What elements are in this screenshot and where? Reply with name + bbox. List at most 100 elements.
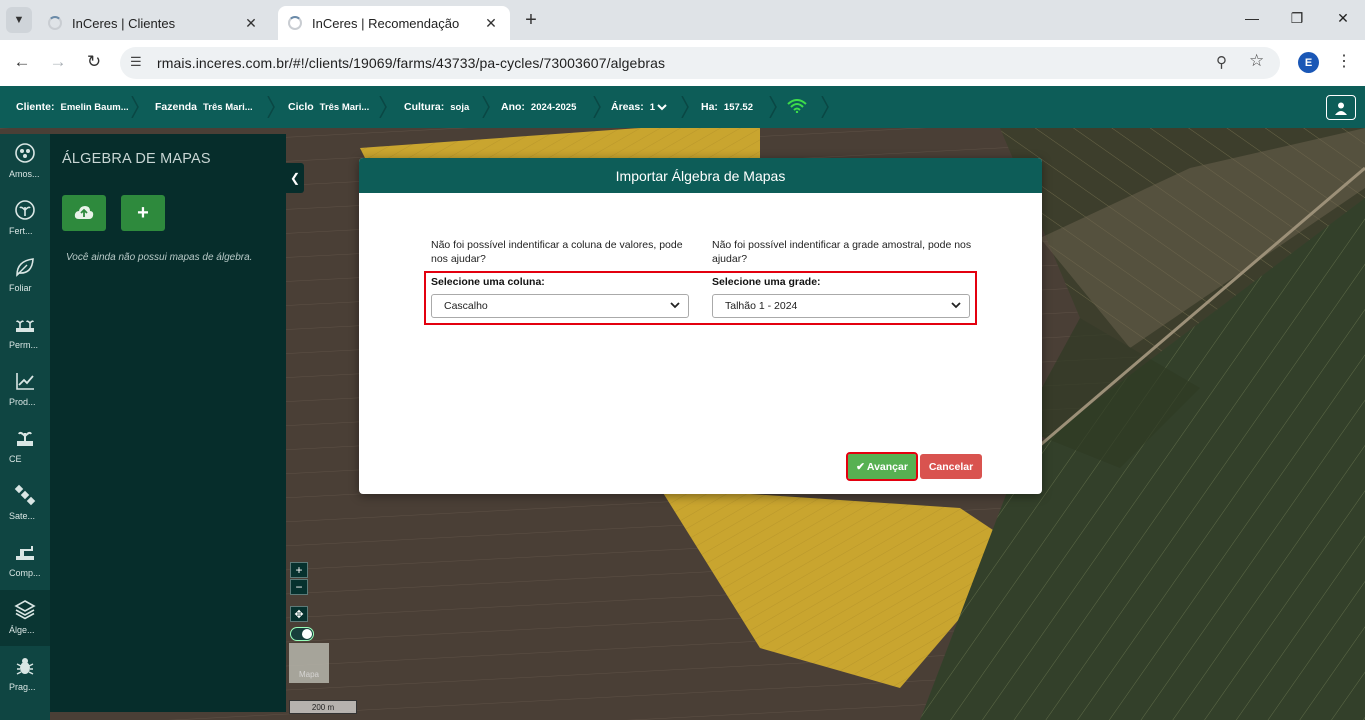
forward-button[interactable]: → — [47, 52, 69, 72]
crumb-value: 2024-2025 — [530, 101, 577, 113]
module-sidebar: Amos... Fert... Foliar Perm... Prod... C… — [0, 134, 50, 720]
column-question-text: Não foi possível indentificar a coluna d… — [431, 239, 683, 265]
nav-item-label: Fert... — [9, 226, 33, 236]
breadcrumb-separator-icon — [593, 96, 601, 118]
algebra-panel: ÁLGEBRA DE MAPAS + Você ainda não possui… — [50, 134, 286, 712]
browser-tab-clientes[interactable]: InCeres | Clientes ✕ — [38, 6, 270, 40]
grid-question-text: Não foi possível indentificar a grade am… — [712, 239, 972, 265]
breadcrumb-separator-icon — [131, 96, 139, 118]
crumb-value: Emelin Baum... — [60, 101, 129, 113]
close-icon[interactable]: ✕ — [242, 15, 260, 32]
back-button[interactable]: ← — [11, 52, 33, 72]
crumb-value: Três Mari... — [319, 101, 370, 113]
nav-item-produtividade[interactable]: Prod... — [0, 362, 50, 418]
breadcrumb-separator-icon — [267, 96, 275, 118]
nav-item-pragas[interactable]: Prag... — [0, 647, 50, 703]
pan-button[interactable]: ✥ — [290, 606, 308, 622]
nav-item-label: Sate... — [9, 511, 36, 521]
new-tab-button[interactable]: + — [520, 9, 542, 32]
nav-item-label: Foliar — [9, 283, 32, 293]
crumb-value: Três Mari... — [203, 101, 253, 113]
collapse-panel-button[interactable]: ❮ — [286, 163, 304, 193]
site-info-icon[interactable]: ☰ — [130, 54, 142, 70]
crumb-areas[interactable]: Áreas: 1 — [611, 86, 667, 128]
loading-icon — [48, 16, 62, 30]
selection-highlight-box — [424, 271, 977, 325]
tab-search-button[interactable]: ▼ — [6, 7, 32, 33]
basemap-label: Mapa — [298, 670, 319, 679]
nav-item-label: Prod... — [9, 397, 36, 407]
nav-item-label: Álge... — [9, 625, 35, 635]
crumb-label: Ano: — [501, 101, 525, 113]
nav-item-algebra[interactable]: Álge... — [0, 590, 50, 646]
upload-algebra-button[interactable] — [62, 195, 106, 231]
window-close-button[interactable]: ✕ — [1333, 10, 1353, 27]
crumb-label: Áreas: — [611, 101, 644, 113]
close-icon[interactable]: ✕ — [482, 15, 500, 32]
nav-item-ce[interactable]: CE — [0, 419, 50, 475]
layers-icon — [14, 600, 36, 620]
url-text[interactable]: rmais.inceres.com.br/#!/clients/19069/fa… — [157, 55, 665, 71]
minimize-button[interactable]: — — [1242, 10, 1262, 26]
restore-button[interactable]: ❐ — [1287, 10, 1307, 27]
browser-menu-icon[interactable]: ⋮ — [1336, 51, 1352, 71]
nav-item-permanente[interactable]: Perm... — [0, 305, 50, 361]
zoom-in-button[interactable]: + — [290, 562, 308, 578]
crumb-value: 1 — [649, 101, 655, 113]
plant-icon — [17, 431, 33, 446]
sampling-icon — [15, 143, 35, 163]
move-arrows-icon: ✥ — [294, 608, 304, 621]
cloud-upload-icon — [74, 206, 94, 219]
import-algebra-modal: Importar Álgebra de Mapas Não foi possív… — [359, 158, 1042, 494]
nav-item-label: Amos... — [9, 169, 40, 179]
tab-title: InCeres | Clientes — [72, 15, 176, 31]
bookmark-star-icon[interactable]: ☆ — [1249, 51, 1264, 71]
crumb-label: Cultura: — [404, 101, 445, 113]
nav-item-label: Comp... — [9, 568, 41, 578]
fertility-icon — [15, 200, 35, 220]
advance-button[interactable]: ✔ Avançar — [846, 452, 918, 481]
nav-item-satelite[interactable]: Sate... — [0, 476, 50, 532]
browser-tab-recomendacao[interactable]: InCeres | Recomendação ✕ — [278, 6, 510, 40]
crumb-label: Cliente: — [16, 101, 55, 113]
crumb-label: Ciclo — [288, 101, 314, 113]
crumb-cultura[interactable]: Cultura: soja — [404, 86, 469, 128]
crumb-ciclo[interactable]: Ciclo Três Mari... — [288, 86, 369, 128]
bug-icon — [16, 658, 34, 675]
layer-toggle[interactable] — [290, 627, 314, 641]
wifi-icon — [787, 99, 807, 113]
crumb-value: soja — [450, 101, 470, 113]
cancel-button[interactable]: Cancelar — [920, 454, 982, 479]
tab-title: InCeres | Recomendação — [312, 15, 460, 31]
advance-button-label: Avançar — [866, 460, 908, 473]
reload-button[interactable]: ↻ — [83, 52, 105, 72]
address-bar[interactable]: ☰ rmais.inceres.com.br/#!/clients/19069/… — [120, 47, 1280, 79]
breadcrumb-separator-icon — [681, 96, 689, 118]
user-menu-button[interactable] — [1326, 95, 1356, 120]
nav-item-label: Prag... — [9, 682, 36, 692]
zoom-icon[interactable]: ⚲ — [1216, 53, 1227, 71]
nav-item-label: CE — [9, 454, 22, 464]
scale-label: 200 m — [311, 702, 335, 712]
browser-tabstrip: ▼ InCeres | Clientes ✕ InCeres | Recomen… — [0, 0, 1365, 40]
crumb-cliente[interactable]: Cliente: Emelin Baum... — [16, 86, 129, 128]
nav-item-fertilidade[interactable]: Fert... — [0, 191, 50, 247]
modal-title: Importar Álgebra de Mapas — [359, 158, 1042, 193]
basemap-thumbnail[interactable]: Mapa — [289, 643, 329, 683]
crumb-fazenda[interactable]: Fazenda Três Mari... — [155, 86, 253, 128]
nav-item-amostragem[interactable]: Amos... — [0, 134, 50, 190]
satellite-icon — [14, 484, 36, 506]
check-icon: ✔ — [856, 460, 865, 473]
crumb-ano[interactable]: Ano: 2024-2025 — [501, 86, 576, 128]
breadcrumb-separator-icon — [821, 96, 829, 118]
plus-icon: + — [137, 201, 149, 224]
crumb-label: Fazenda — [155, 101, 198, 113]
add-algebra-button[interactable]: + — [121, 195, 165, 231]
chevron-left-icon: ❮ — [289, 171, 301, 185]
scale-bar: 200 m — [289, 700, 357, 714]
profile-avatar[interactable]: E — [1298, 52, 1319, 73]
zoom-out-button[interactable]: − — [290, 579, 308, 595]
compaction-icon — [16, 546, 34, 560]
nav-item-foliar[interactable]: Foliar — [0, 248, 50, 304]
nav-item-compactacao[interactable]: Comp... — [0, 533, 50, 589]
